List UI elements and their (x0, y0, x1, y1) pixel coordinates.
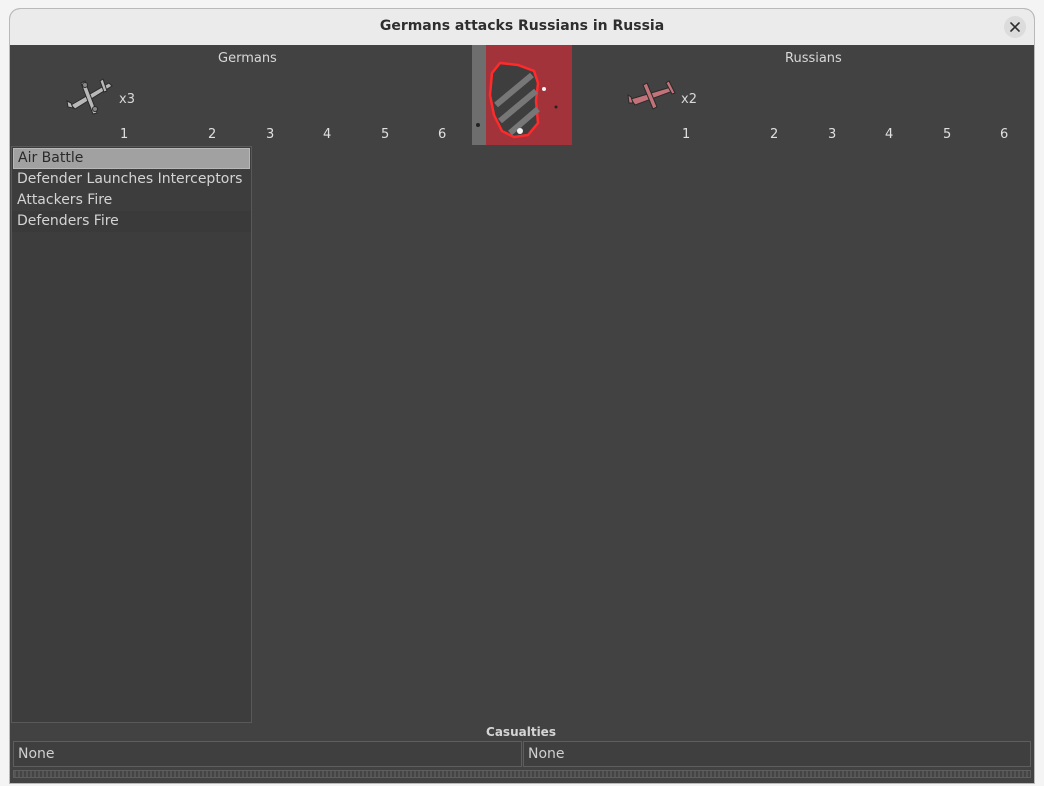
attacker-dice-1: 1 (120, 127, 129, 142)
defender-dice-3: 3 (828, 127, 837, 142)
close-icon (1010, 22, 1020, 32)
defender-unit: x2 (627, 73, 697, 117)
list-item[interactable]: Attackers Fire (12, 190, 251, 211)
attacker-unit-count: x3 (119, 91, 135, 107)
close-button[interactable] (1004, 16, 1026, 38)
list-item[interactable]: Defender Launches Interceptors (12, 169, 251, 190)
territory-tile-icon (472, 45, 572, 145)
casualties-panel: Casualties None None (11, 724, 1031, 783)
attacker-dice-5: 5 (381, 127, 390, 142)
fighter-plane-icon (627, 80, 676, 110)
list-item[interactable]: Air Battle (13, 148, 250, 169)
window-title: Germans attacks Russians in Russia (379, 18, 665, 34)
defender-dice-4: 4 (885, 127, 894, 142)
defender-unit-count: x2 (681, 91, 697, 107)
title-bar: Germans attacks Russians in Russia (10, 9, 1034, 46)
attacker-dice-3: 3 (266, 127, 275, 142)
resize-handle[interactable] (13, 770, 1031, 778)
defender-name: Russians (785, 51, 842, 66)
defender-dice-2: 2 (770, 127, 779, 142)
attacker-name: Germans (218, 51, 277, 66)
territory-tile (472, 45, 572, 145)
defender-dice-6: 6 (1000, 127, 1009, 142)
battle-content: Air Battle Defender Launches Interceptor… (10, 145, 1034, 723)
attacker-dice-4: 4 (323, 127, 332, 142)
defender-dice-5: 5 (943, 127, 952, 142)
battle-window: Germans attacks Russians in Russia Germa… (10, 9, 1034, 783)
defender-casualties-field: None (523, 741, 1031, 767)
attacker-dice-2: 2 (208, 127, 217, 142)
attacker-casualties-field: None (13, 741, 522, 767)
list-item[interactable]: Defenders Fire (12, 211, 251, 232)
casualties-title: Casualties (486, 725, 556, 739)
attacker-unit: x3 (65, 73, 135, 117)
bomber-plane-icon (66, 78, 113, 115)
defender-dice-1: 1 (682, 127, 691, 142)
attacker-dice-6: 6 (438, 127, 447, 142)
battle-steps-list[interactable]: Air Battle Defender Launches Interceptor… (11, 146, 252, 723)
battle-header: Germans x3 1 2 3 4 5 6 Russians x2 1 2 3… (10, 45, 1034, 145)
